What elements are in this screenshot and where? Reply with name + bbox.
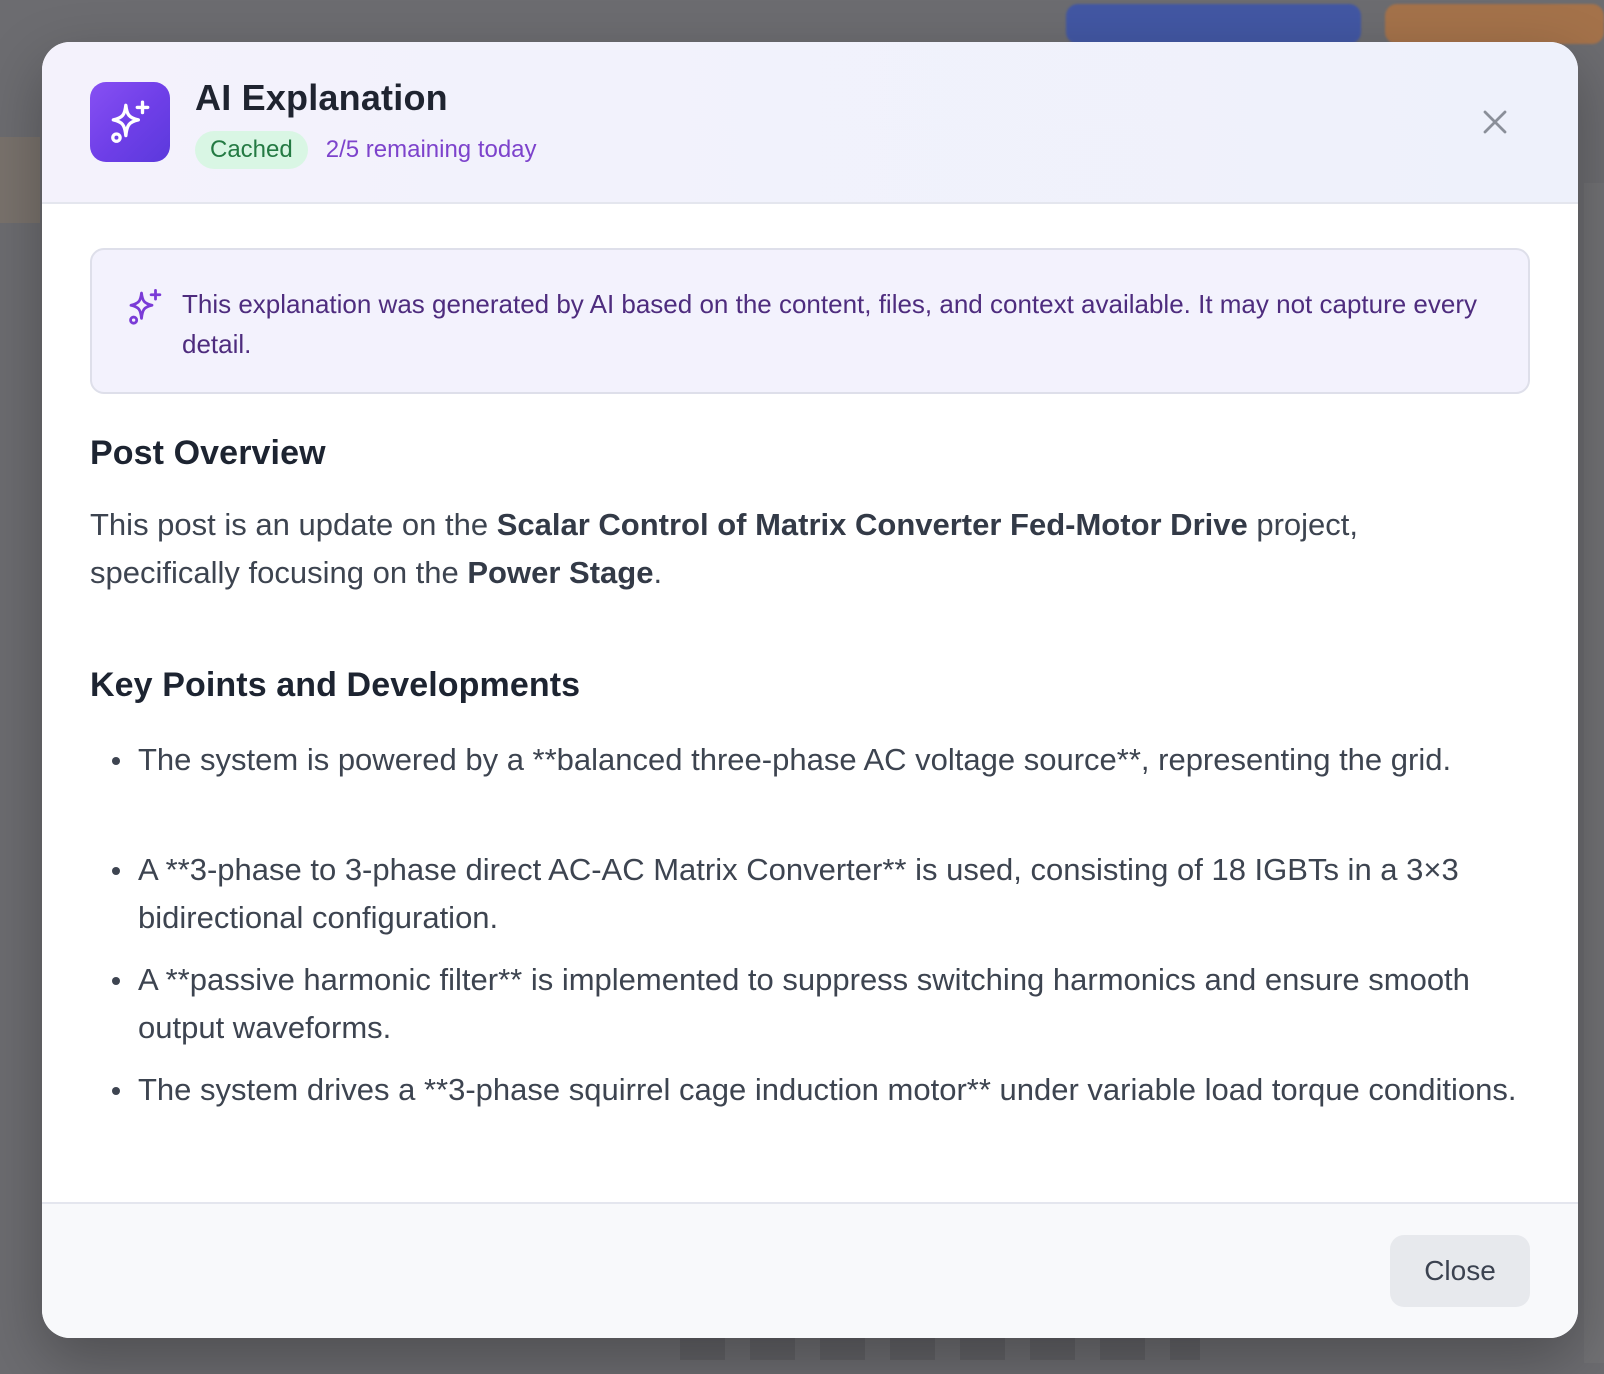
ai-disclaimer-text: This explanation was generated by AI bas… bbox=[182, 289, 1478, 359]
key-points-list: The system is powered by a **balanced th… bbox=[90, 736, 1530, 1176]
overview-suffix: . bbox=[653, 555, 663, 590]
background-right-panel bbox=[1584, 183, 1604, 1363]
background-primary-button bbox=[1066, 4, 1361, 44]
overview-prefix: This post is an update on the bbox=[90, 507, 497, 542]
sparkles-icon bbox=[111, 100, 150, 143]
modal-footer: Close bbox=[42, 1202, 1578, 1338]
modal-header: AI Explanation Cached 2/5 remaining toda… bbox=[42, 42, 1578, 204]
modal-status-row: Cached 2/5 remaining today bbox=[195, 131, 537, 169]
remaining-quota-text: 2/5 remaining today bbox=[325, 136, 537, 163]
modal-title: AI Explanation bbox=[195, 77, 448, 118]
modal-content: This explanation was generated by AI bas… bbox=[90, 248, 1530, 1107]
ai-disclaimer-notice: This explanation was generated by AI bas… bbox=[90, 248, 1530, 394]
post-overview-heading: Post Overview bbox=[90, 434, 326, 472]
key-point-item: The system drives a **3-phase squirrel c… bbox=[90, 1066, 1530, 1162]
close-button[interactable]: Close bbox=[1390, 1235, 1530, 1307]
notice-icon-wrapper bbox=[124, 286, 166, 328]
key-point-item: The system is powered by a **balanced th… bbox=[90, 736, 1530, 832]
background-secondary-button bbox=[1385, 4, 1604, 44]
ai-explanation-modal: AI Explanation Cached 2/5 remaining toda… bbox=[42, 42, 1578, 1338]
post-overview-paragraph: This post is an update on the Scalar Con… bbox=[90, 501, 1510, 597]
background-left-panel bbox=[0, 137, 40, 223]
background-footer-controls bbox=[680, 1336, 1200, 1360]
sparkles-icon bbox=[129, 288, 162, 325]
close-icon bbox=[1483, 110, 1507, 134]
ai-badge bbox=[90, 82, 170, 162]
power-stage-label: Power Stage bbox=[467, 555, 654, 590]
key-points-heading: Key Points and Developments bbox=[90, 666, 581, 704]
cached-status-badge: Cached bbox=[195, 131, 308, 169]
key-point-item: A **3-phase to 3-phase direct AC-AC Matr… bbox=[90, 846, 1530, 942]
project-name: Scalar Control of Matrix Converter Fed-M… bbox=[496, 507, 1248, 542]
key-point-item: A **passive harmonic filter** is impleme… bbox=[90, 956, 1530, 1052]
close-modal-button[interactable] bbox=[1478, 105, 1512, 139]
